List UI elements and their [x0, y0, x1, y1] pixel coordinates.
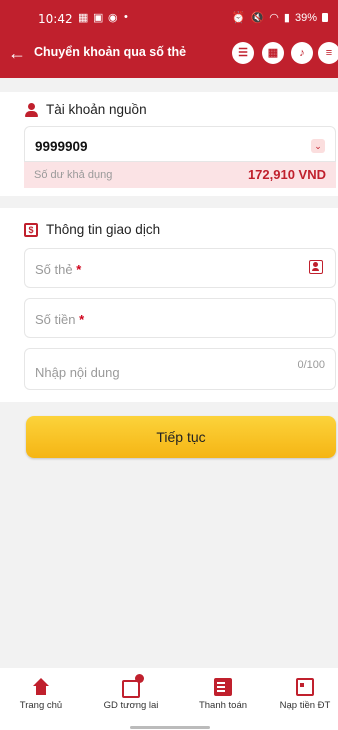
balance-value: 172,910 VND: [247, 167, 326, 182]
card-number-field[interactable]: Số thẻ *: [24, 248, 336, 288]
wifi-icon: ◠: [269, 12, 279, 24]
calendar-icon: ▦: [78, 12, 89, 24]
balance-row: Số dư khả dụng 172,910 VND: [24, 162, 336, 188]
amount-field[interactable]: Số tiền *: [24, 298, 336, 338]
source-account-heading: Tài khoản nguồn: [24, 102, 147, 117]
nav-bar: ← Chuyển khoản qua số thẻ ☰ ▦ ♪ ≡: [0, 36, 338, 70]
payment-icon: [214, 678, 232, 696]
tab-future-label: GD tương lai: [103, 700, 159, 711]
card-number-label: Số thẻ *: [35, 262, 82, 277]
back-arrow-icon[interactable]: ←: [8, 42, 28, 64]
contacts-icon[interactable]: ☰: [232, 42, 254, 64]
app-header: 10:42 ▦ ▣ ◉ • ⏰ 🔇 ◠ ▮ 39% ← Chuyển khoản…: [0, 0, 338, 78]
alarm-icon: ⏰: [231, 12, 246, 24]
messenger-icon: ◉: [108, 12, 118, 24]
money-icon: $: [24, 222, 38, 237]
content-field[interactable]: Nhập nội dung 0/100: [24, 348, 336, 390]
tab-phone-topup[interactable]: Nạp tiền ĐT: [272, 678, 338, 711]
transaction-heading: $ Thông tin giao dịch: [24, 222, 160, 237]
amount-label: Số tiền *: [35, 312, 85, 327]
status-right: ⏰ 🔇 ◠ ▮ 39%: [232, 11, 328, 24]
qr-code-icon[interactable]: ▦: [262, 42, 284, 64]
battery-icon: [322, 13, 328, 22]
content-placeholder: Nhập nội dung: [35, 365, 120, 380]
future-transaction-icon: [122, 674, 144, 698]
continue-button[interactable]: Tiếp tục: [26, 416, 336, 458]
source-account-title: Tài khoản nguồn: [46, 102, 147, 117]
bottom-nav: Trang chủ GD tương lai Thanh toán Nạp ti…: [0, 668, 338, 730]
tab-topup-label: Nạp tiền ĐT: [279, 700, 331, 711]
tab-future-transactions[interactable]: GD tương lai: [96, 674, 166, 711]
source-account-panel: Tài khoản nguồn 9999909 ⌄ Số dư khả dụng…: [0, 92, 338, 196]
home-indicator[interactable]: [130, 726, 210, 729]
dot-icon: •: [124, 11, 128, 23]
status-bar: 10:42 ▦ ▣ ◉ • ⏰ 🔇 ◠ ▮ 39%: [0, 0, 338, 34]
status-time: 10:42: [38, 12, 73, 26]
menu-icon[interactable]: ≡: [318, 42, 338, 64]
chevron-down-icon[interactable]: ⌄: [311, 139, 325, 153]
phone-topup-icon: [296, 678, 314, 696]
home-icon: [32, 678, 50, 696]
tab-payment[interactable]: Thanh toán: [188, 678, 258, 711]
tab-payment-label: Thanh toán: [198, 700, 248, 711]
signal-icon: ▮: [283, 12, 290, 24]
gallery-icon: ▣: [93, 12, 104, 24]
page-title: Chuyển khoản qua số thẻ: [34, 45, 187, 59]
contact-card-icon[interactable]: [309, 260, 323, 274]
mute-icon: 🔇: [250, 12, 265, 24]
transaction-title: Thông tin giao dịch: [46, 222, 161, 237]
transaction-info-panel: $ Thông tin giao dịch Số thẻ * Số tiền *…: [0, 208, 338, 402]
battery-percent: 39%: [294, 11, 317, 24]
account-select[interactable]: 9999909 ⌄: [24, 126, 336, 162]
notification-bell-icon[interactable]: ♪: [291, 42, 313, 64]
tab-home-label: Trang chủ: [19, 700, 63, 711]
tab-home[interactable]: Trang chủ: [6, 678, 76, 711]
content-counter: 0/100: [297, 359, 325, 371]
account-number: 9999909: [35, 139, 88, 154]
balance-label: Số dư khả dụng: [34, 169, 113, 181]
person-icon: [24, 102, 38, 117]
